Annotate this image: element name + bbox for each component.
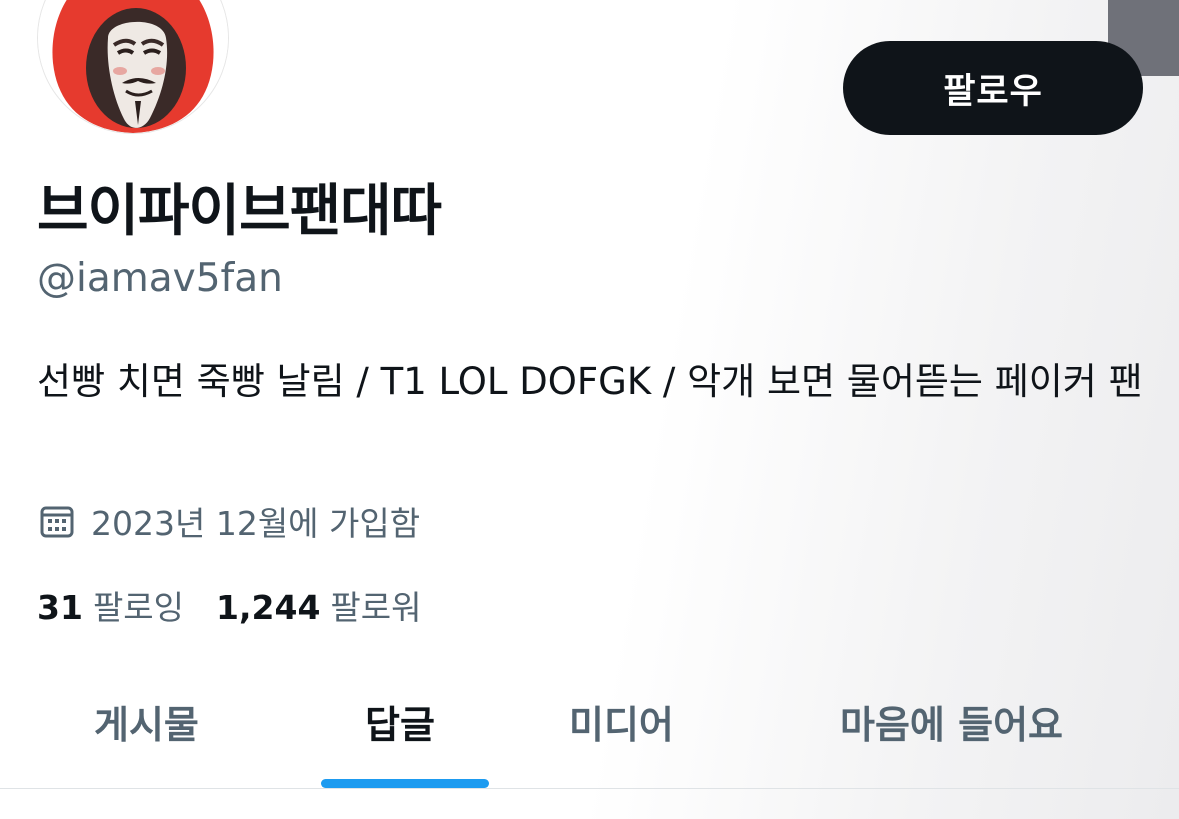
follow-stats: 31 팔로잉 1,244 팔로워 [37,581,422,629]
mask-avatar-icon [38,0,228,133]
followers-link[interactable]: 1,244 팔로워 [216,581,421,629]
join-date-text: 2023년 12월에 가입함 [91,504,421,543]
profile-bio: 선빵 치면 죽빵 날림 / T1 LOL DOFGK / 악개 보면 물어뜯는 … [37,360,1143,403]
calendar-icon [40,506,74,538]
following-link[interactable]: 31 팔로잉 [37,581,184,629]
followers-label: 팔로워 [330,588,422,627]
following-count: 31 [37,588,83,627]
tab-likes[interactable]: 마음에 들어요 [840,694,1063,749]
tabs-divider [0,788,1179,789]
follow-button[interactable]: 팔로우 [843,41,1143,135]
active-tab-indicator [321,779,489,788]
username-handle: @iamav5fan [37,256,283,301]
tab-posts[interactable]: 게시물 [94,694,199,749]
avatar[interactable] [37,0,229,134]
join-date: 2023년 12월에 가입함 [37,498,420,544]
following-label: 팔로잉 [92,588,185,627]
tab-replies[interactable]: 답글 [365,694,435,749]
profile-page: 팔로우 브이파이브팬대따 @iamav5fan 선빵 치면 죽빵 날림 / T1… [0,0,1179,819]
display-name: 브이파이브팬대따 [37,179,442,244]
profile-tabs: 게시물 답글 미디어 마음에 들어요 [0,680,1179,790]
tab-media[interactable]: 미디어 [569,694,674,749]
followers-count: 1,244 [216,588,321,627]
